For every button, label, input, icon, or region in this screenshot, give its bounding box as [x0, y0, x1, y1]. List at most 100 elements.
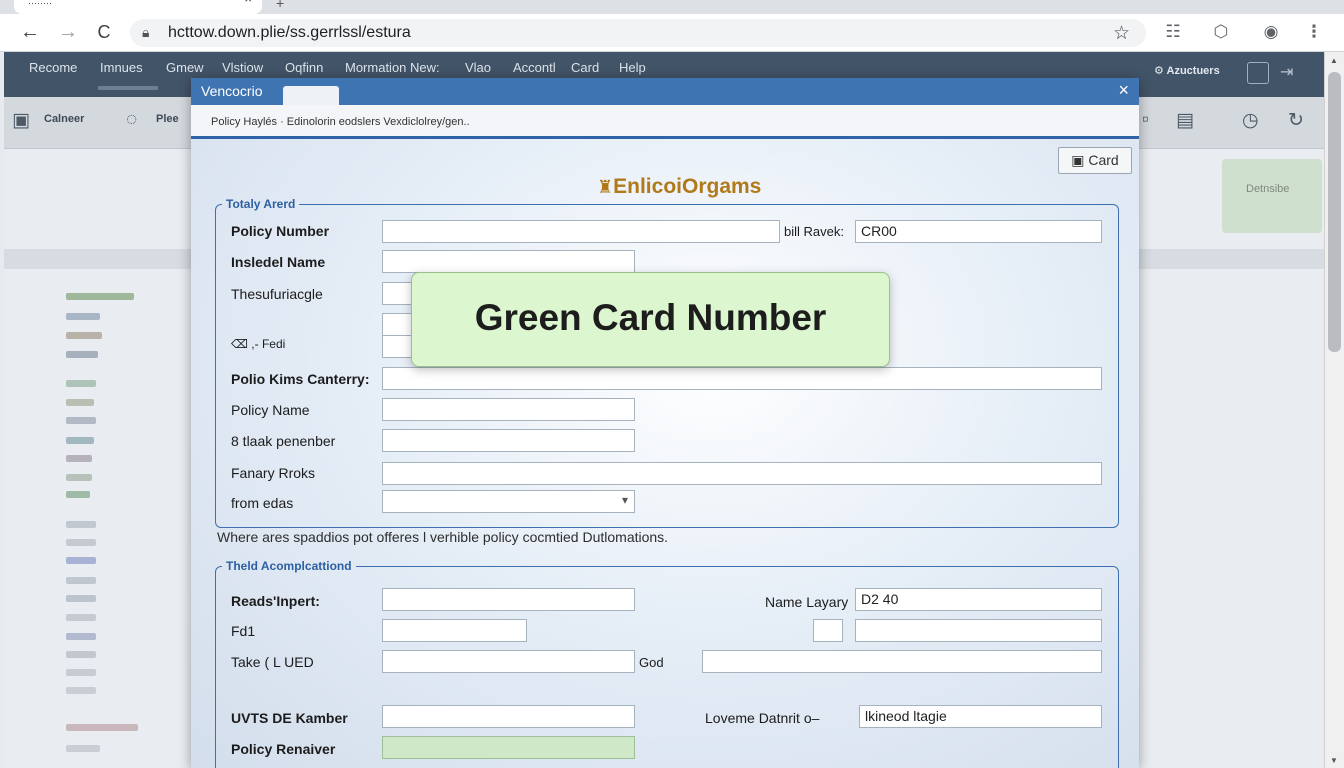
clock-icon[interactable]: ◷: [1242, 109, 1259, 132]
sidebar-row[interactable]: [66, 474, 92, 481]
menu-item[interactable]: Vlstiow: [222, 60, 263, 75]
brand-title: ♜EnlicoiOrgams: [597, 175, 762, 198]
sidebar-row[interactable]: [66, 521, 96, 528]
tlaak-field[interactable]: [382, 429, 635, 452]
sync-icon[interactable]: ↻: [1288, 109, 1304, 132]
sidebar-row[interactable]: [66, 491, 90, 498]
side-button[interactable]: Detnsibe: [1222, 159, 1322, 233]
refresh-icon[interactable]: ◌: [126, 109, 137, 131]
sidebar-row[interactable]: [66, 577, 96, 584]
breadcrumb[interactable]: Policy Haylés · Edinolorin eodslers Vexd…: [211, 116, 470, 128]
address-bar: ← → C 🔒︎ hcttow.down.plie/ss.gerrlssl/es…: [0, 14, 1344, 52]
app-window-icon[interactable]: [1247, 62, 1269, 84]
group-legend: Theld Acomplcattiond: [226, 559, 352, 573]
extensions-icon[interactable]: ⬡: [1210, 22, 1232, 42]
policy-renaiver-field[interactable]: [382, 736, 635, 759]
loveme-field[interactable]: lkineod ltagie: [859, 705, 1102, 728]
dialog-title: Vencocrio: [201, 83, 263, 99]
reads-inpert-field[interactable]: [382, 588, 635, 611]
toolbar-icon[interactable]: ▫: [1142, 109, 1149, 131]
loveme-label: Loveme Datnrit o–: [705, 710, 820, 726]
sidebar-row[interactable]: [66, 380, 96, 387]
sidebar-row[interactable]: [66, 724, 138, 731]
sidebar-row[interactable]: [66, 417, 96, 424]
sidebar-row[interactable]: [66, 539, 96, 546]
menu-item[interactable]: Card: [571, 60, 599, 75]
menu-item[interactable]: Imnues: [100, 60, 143, 75]
uvts-field[interactable]: [382, 705, 635, 728]
fanary-field[interactable]: [382, 462, 1102, 485]
policy-number-field[interactable]: [382, 220, 780, 243]
policy-name-field[interactable]: [382, 398, 635, 421]
sidebar-row[interactable]: [66, 293, 134, 300]
menu-item[interactable]: Recome: [29, 60, 77, 75]
take-lued-label: Take ( L UED: [231, 654, 314, 670]
menu-item[interactable]: Help: [619, 60, 646, 75]
sidebar-row[interactable]: [66, 557, 96, 564]
card-button[interactable]: ▣ Card: [1058, 147, 1132, 174]
from-edas-select[interactable]: [382, 490, 635, 513]
grid-icon[interactable]: ▤: [1176, 109, 1194, 132]
scroll-down-icon[interactable]: ▼: [1330, 756, 1338, 765]
menu-item[interactable]: Oqfinn: [285, 60, 323, 75]
god-field[interactable]: [702, 650, 1102, 673]
toolbar-button[interactable]: Plee: [156, 113, 179, 125]
policy-number-label: Policy Number: [231, 223, 330, 239]
browser-tabbar: ········ × +: [0, 0, 1344, 14]
sidebar-row[interactable]: [66, 651, 96, 658]
url-text[interactable]: hcttow.down.plie/ss.gerrlssl/estura: [168, 24, 411, 42]
reload-icon[interactable]: C: [92, 22, 116, 43]
menu-item[interactable]: Mormation New:: [345, 60, 440, 75]
menu-item[interactable]: Accontl: [513, 60, 556, 75]
sidebar-row[interactable]: [66, 745, 100, 752]
sidebar-row[interactable]: [66, 351, 98, 358]
new-tab-icon[interactable]: +: [276, 0, 284, 11]
forward-icon[interactable]: →: [56, 21, 80, 44]
browser-tab[interactable]: ········ ×: [14, 0, 262, 14]
browser-menu-icon[interactable]: ⋮: [1303, 22, 1325, 42]
url-field[interactable]: 🔒︎ hcttow.down.plie/ss.gerrlssl/estura ☆: [130, 19, 1146, 47]
account-menu[interactable]: ⚙ Azuctuers: [1154, 64, 1220, 77]
sidebar-row[interactable]: [66, 332, 102, 339]
dialog-close-icon[interactable]: ×: [1118, 80, 1129, 101]
menu-item[interactable]: Gmew: [166, 60, 204, 75]
sidebar-row[interactable]: [66, 614, 96, 621]
bill-ravek-field[interactable]: CR00: [855, 220, 1102, 243]
sidebar-row[interactable]: [66, 687, 96, 694]
sidebar-row[interactable]: [66, 633, 96, 640]
tab-title: ········: [28, 0, 52, 8]
sidebar-row[interactable]: [66, 437, 94, 444]
small-field[interactable]: [813, 619, 843, 642]
card-icon: ▣: [1071, 152, 1085, 168]
sidebar-row[interactable]: [66, 455, 92, 462]
sidebar-row[interactable]: [66, 669, 96, 676]
take-lued-field[interactable]: [382, 650, 635, 673]
back-icon[interactable]: ←: [18, 21, 42, 44]
app-exit-icon[interactable]: ⇥: [1280, 62, 1302, 84]
insured-name-field[interactable]: [382, 250, 635, 273]
calendar-icon[interactable]: ▣: [12, 109, 30, 132]
thesuf-label: Thesufuriacgle: [231, 286, 323, 302]
card-button-label: Card: [1088, 152, 1119, 168]
site-info-icon[interactable]: 🔒︎: [142, 24, 149, 41]
polio-kims-field[interactable]: [382, 367, 1102, 390]
name-layary-field[interactable]: D2 40: [855, 588, 1102, 611]
fd1-extra-field[interactable]: [855, 619, 1102, 642]
dialog-tab[interactable]: [283, 86, 339, 105]
scrollbar-thumb[interactable]: [1328, 72, 1341, 352]
sidebar-row[interactable]: [66, 399, 94, 406]
sidebar-row[interactable]: [66, 595, 96, 602]
page-scrollbar[interactable]: ▲ ▼: [1324, 52, 1344, 768]
sidebar-row[interactable]: [66, 313, 100, 320]
toolbar-button[interactable]: Calneer: [44, 113, 84, 125]
scroll-up-icon[interactable]: ▲: [1330, 56, 1338, 65]
reading-list-icon[interactable]: ☷: [1162, 22, 1184, 42]
fd1-field[interactable]: [382, 619, 527, 642]
profile-icon[interactable]: ◉: [1260, 22, 1282, 42]
tab-close-icon[interactable]: ×: [244, 0, 252, 5]
fanary-label: Fanary Rroks: [231, 465, 316, 481]
bookmark-star-icon[interactable]: ☆: [1113, 22, 1130, 45]
dialog-titlebar: Vencocrio ×: [191, 78, 1139, 105]
reads-inpert-label: Reads'Inpert:: [231, 593, 320, 609]
menu-item[interactable]: Vlao: [465, 60, 491, 75]
